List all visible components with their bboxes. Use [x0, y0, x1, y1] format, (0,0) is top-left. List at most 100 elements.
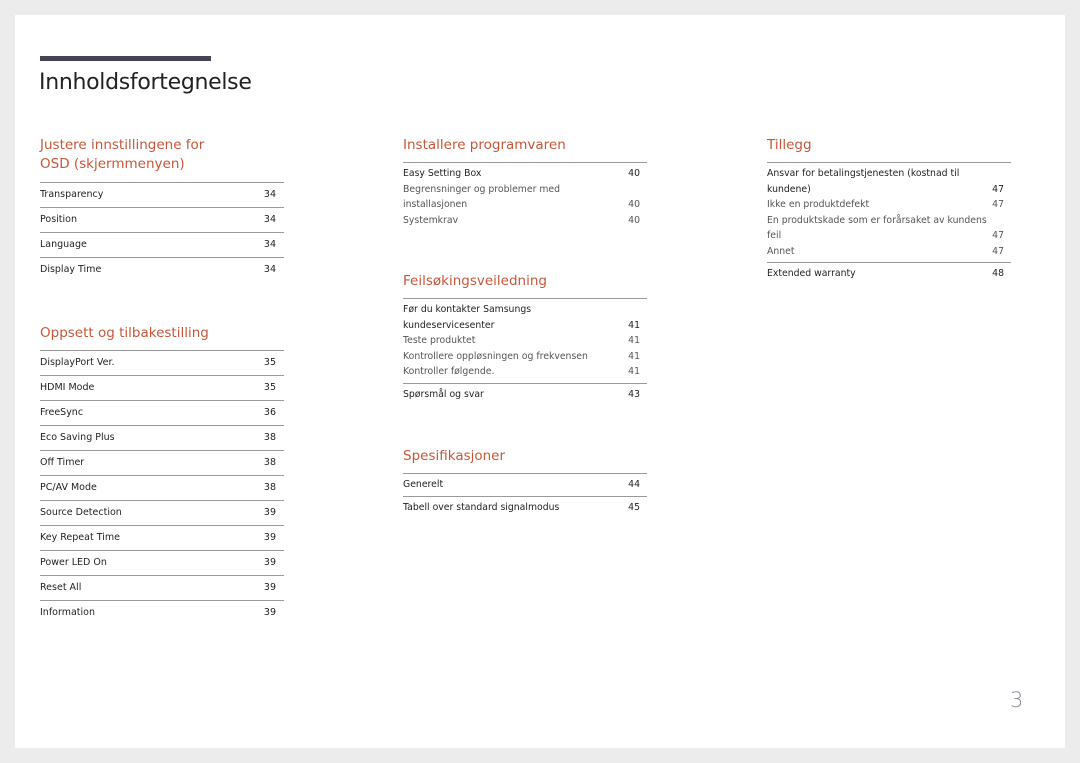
title-accent-bar — [40, 56, 211, 61]
toc-entry-label: Extended warranty — [767, 268, 856, 279]
toc-subentry[interactable]: Systemkrav 40 — [403, 213, 647, 229]
toc-item-list: DisplayPort Ver. 35 HDMI Mode 35 FreeSync 36 E… — [40, 351, 284, 625]
toc-entry[interactable]: DisplayPort Ver. 35 — [40, 351, 284, 376]
toc-entry-page: 44 — [628, 479, 640, 490]
toc-subentry-label: En produktskade som er forårsaket av kun… — [767, 214, 987, 242]
toc-entry-label: Reset All — [40, 582, 82, 593]
toc-entry-label: DisplayPort Ver. — [40, 357, 115, 368]
toc-entry-label: Key Repeat Time — [40, 532, 120, 543]
toc-entry[interactable]: Off Timer 38 — [40, 451, 284, 476]
toc-entry-label: Easy Setting Box — [403, 168, 482, 179]
toc-subentry[interactable]: Teste produktet 41 — [403, 333, 647, 349]
section-title[interactable]: Installere programvaren — [403, 136, 647, 163]
toc-item-list: Ansvar for betalingstjenesten (kostnad t… — [767, 163, 1011, 285]
toc-entry-label: Før du kontakter Samsungs kundeservicese… — [403, 304, 532, 331]
toc-section-install-software: Installere programvaren Easy Setting Box… — [403, 136, 647, 231]
toc-entry[interactable]: Information 39 — [40, 601, 284, 625]
toc-entry-label: Eco Saving Plus — [40, 432, 115, 443]
toc-entry-page: 38 — [263, 482, 276, 493]
toc-section-troubleshooting: Feilsøkingsveiledning Før du kontakter S… — [403, 272, 647, 405]
toc-entry-label: Generelt — [403, 479, 444, 490]
toc-group: Før du kontakter Samsungs kundeservicese… — [403, 299, 647, 384]
toc-entry[interactable]: Position 34 — [40, 208, 284, 233]
toc-subentry-page: 47 — [992, 199, 1004, 210]
toc-section-osd: Justere innstillingene for OSD (skjermme… — [40, 136, 284, 282]
toc-entry-label: Ansvar for betalingstjenesten (kostnad t… — [767, 168, 960, 195]
toc-item-list: Generelt 44 Tabell over standard signalmod… — [403, 474, 647, 518]
section-title[interactable]: Tillegg — [767, 136, 1011, 163]
toc-entry-label: Position — [40, 214, 77, 225]
toc-item-list: Transparency 34 Position 34 Language 34 Displa… — [40, 183, 284, 282]
toc-entry-page: 47 — [992, 183, 1004, 195]
toc-subentry[interactable]: En produktskade som er forårsaket av kun… — [767, 213, 1011, 244]
toc-group: Extended warranty 48 — [767, 263, 1011, 285]
toc-subentry[interactable]: Ikke en produktdefekt 47 — [767, 197, 1011, 213]
toc-entry-label: Spørsmål og svar — [403, 388, 484, 400]
toc-subentry[interactable]: Kontrollere oppløsningen og frekvensen 41 — [403, 349, 647, 365]
toc-entry[interactable]: Ansvar for betalingstjenesten (kostnad t… — [767, 166, 1011, 197]
toc-entry-page: 48 — [992, 268, 1004, 279]
toc-entry[interactable]: Language 34 — [40, 233, 284, 258]
toc-subentry-page: 47 — [992, 245, 1004, 257]
toc-entry-label: Power LED On — [40, 557, 107, 568]
section-title[interactable]: Justere innstillingene for OSD (skjermme… — [40, 136, 210, 174]
toc-entry[interactable]: Power LED On 39 — [40, 551, 284, 576]
section-title[interactable]: Oppsett og tilbakestilling — [40, 324, 284, 351]
toc-group: Spørsmål og svar 43 — [403, 384, 647, 406]
toc-entry[interactable]: Spørsmål og svar 43 — [403, 387, 647, 403]
toc-entry-page: 34 — [263, 214, 276, 225]
toc-entry-page: 40 — [628, 168, 640, 179]
toc-entry-label: Language — [40, 239, 87, 250]
toc-subentry-page: 41 — [628, 350, 640, 362]
toc-entry[interactable]: HDMI Mode 35 — [40, 376, 284, 401]
toc-subentry-label: Begrensninger og problemer med installas… — [403, 183, 561, 211]
toc-subentry-label: Ikke en produktdefekt — [767, 199, 870, 210]
toc-group: Ansvar for betalingstjenesten (kostnad t… — [767, 163, 1011, 263]
toc-entry[interactable]: Transparency 34 — [40, 183, 284, 208]
toc-entry[interactable]: Eco Saving Plus 38 — [40, 426, 284, 451]
toc-entry-page: 39 — [263, 532, 276, 543]
toc-subentry-label: Teste produktet — [403, 335, 476, 346]
toc-entry[interactable]: Display Time 34 — [40, 258, 284, 282]
toc-entry[interactable]: Før du kontakter Samsungs kundeservicese… — [403, 302, 647, 333]
toc-entry-label: PC/AV Mode — [40, 482, 97, 493]
toc-subentry-label: Kontroller følgende. — [403, 366, 495, 377]
toc-entry-page: 39 — [263, 582, 276, 593]
toc-subentry-page: 41 — [628, 366, 640, 377]
toc-entry-page: 35 — [263, 357, 276, 368]
toc-entry-page: 43 — [628, 388, 640, 400]
toc-entry[interactable]: Easy Setting Box 40 — [403, 166, 647, 182]
page-number: 3 — [1010, 688, 1024, 712]
toc-entry[interactable]: Tabell over standard signalmodus 45 — [403, 500, 647, 516]
toc-subentry-page: 40 — [628, 199, 640, 210]
section-title[interactable]: Spesifikasjoner — [403, 447, 647, 474]
toc-entry-page: 39 — [263, 607, 276, 618]
toc-entry[interactable]: Generelt 44 — [403, 477, 647, 493]
toc-entry-label: Tabell over standard signalmodus — [403, 501, 560, 513]
toc-entry[interactable]: FreeSync 36 — [40, 401, 284, 426]
toc-entry-label: FreeSync — [40, 407, 84, 418]
toc-subentry-label: Annet — [767, 245, 795, 257]
toc-entry-page: 34 — [263, 189, 276, 200]
toc-subentry-label: Systemkrav — [403, 214, 459, 226]
toc-entry[interactable]: Source Detection 39 — [40, 501, 284, 526]
toc-subentry[interactable]: Begrensninger og problemer med installas… — [403, 182, 647, 213]
toc-entry-label: Transparency — [40, 189, 104, 200]
toc-entry[interactable]: Key Repeat Time 39 — [40, 526, 284, 551]
toc-entry-page: 41 — [628, 319, 640, 331]
toc-entry-page: 39 — [263, 507, 276, 518]
toc-entry-page: 39 — [263, 557, 276, 568]
toc-group: Easy Setting Box 40 Begrensninger og probl… — [403, 163, 647, 231]
toc-entry[interactable]: PC/AV Mode 38 — [40, 476, 284, 501]
toc-entry[interactable]: Extended warranty 48 — [767, 266, 1011, 282]
section-title[interactable]: Feilsøkingsveiledning — [403, 272, 647, 299]
toc-entry-label: Source Detection — [40, 507, 122, 518]
toc-subentry[interactable]: Kontroller følgende. 41 — [403, 364, 647, 380]
toc-entry-page: 45 — [628, 501, 640, 513]
toc-subentry-page: 41 — [628, 335, 640, 346]
toc-subentry-page: 40 — [628, 214, 640, 226]
toc-group: Generelt 44 — [403, 474, 647, 497]
toc-entry[interactable]: Reset All 39 — [40, 576, 284, 601]
toc-section-setup-reset: Oppsett og tilbakestilling DisplayPort V… — [40, 324, 284, 625]
toc-subentry[interactable]: Annet 47 — [767, 244, 1011, 260]
